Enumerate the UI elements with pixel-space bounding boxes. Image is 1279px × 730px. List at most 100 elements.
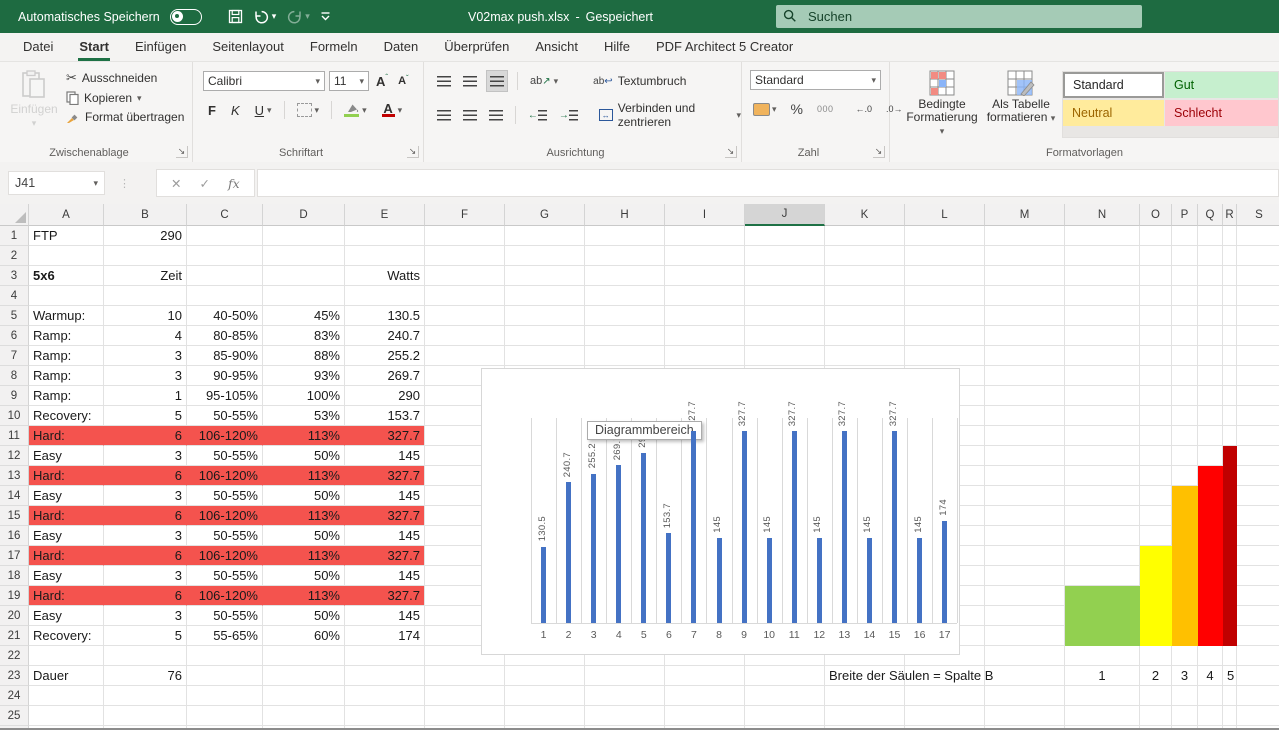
cell-B2[interactable] <box>104 246 187 266</box>
cell-A3[interactable]: 5x6 <box>29 266 104 286</box>
cell-D25[interactable] <box>263 706 345 726</box>
wrap-text-button[interactable]: ab↩ Textumbruch <box>593 74 686 88</box>
cell-D6[interactable]: 83% <box>263 326 345 346</box>
cell-Q25[interactable] <box>1198 706 1223 726</box>
cell-F3[interactable] <box>425 266 505 286</box>
row-header-10[interactable]: 10 <box>0 406 29 426</box>
cell-N7[interactable] <box>1065 346 1140 366</box>
cell-B11[interactable]: 6 <box>104 426 187 446</box>
cell-S13[interactable] <box>1237 466 1279 486</box>
decrease-indent-button[interactable]: ← <box>525 104 550 126</box>
power-bar-4[interactable] <box>1198 466 1223 646</box>
column-header-C[interactable]: C <box>187 204 263 226</box>
cell-E9[interactable]: 290 <box>345 386 425 406</box>
cell-E23[interactable] <box>345 666 425 686</box>
customize-qat-button[interactable] <box>320 11 331 22</box>
cell-N2[interactable] <box>1065 246 1140 266</box>
cell-B8[interactable]: 3 <box>104 366 187 386</box>
cell-R24[interactable] <box>1223 686 1237 706</box>
cell-N6[interactable] <box>1065 326 1140 346</box>
cell-R1[interactable] <box>1223 226 1237 246</box>
cell-D5[interactable]: 45% <box>263 306 345 326</box>
cell-C10[interactable]: 50-55% <box>187 406 263 426</box>
format-painter-button[interactable]: Format übertragen <box>66 110 184 124</box>
cell-E18[interactable]: 145 <box>345 566 425 586</box>
cell-Q6[interactable] <box>1198 326 1223 346</box>
name-box-dropdown[interactable]: ▾ <box>93 178 98 189</box>
cell-O24[interactable] <box>1140 686 1172 706</box>
column-header-S[interactable]: S <box>1237 204 1279 226</box>
column-header-E[interactable]: E <box>345 204 425 226</box>
cell-C11[interactable]: 106-120% <box>187 426 263 446</box>
chart-bar-16[interactable] <box>917 538 922 623</box>
cell-M2[interactable] <box>985 246 1065 266</box>
cell-N23[interactable]: 1 <box>1065 666 1140 686</box>
cell-M15[interactable] <box>985 506 1065 526</box>
cell-N1[interactable] <box>1065 226 1140 246</box>
cell-I25[interactable] <box>665 706 745 726</box>
chart-bar-5[interactable] <box>641 453 646 623</box>
column-header-L[interactable]: L <box>905 204 985 226</box>
cell-K5[interactable] <box>825 306 905 326</box>
cell-L5[interactable] <box>905 306 985 326</box>
cell-G6[interactable] <box>505 326 585 346</box>
cell-Q2[interactable] <box>1198 246 1223 266</box>
cell-R10[interactable] <box>1223 406 1237 426</box>
cell-E10[interactable]: 153.7 <box>345 406 425 426</box>
cell-E6[interactable]: 240.7 <box>345 326 425 346</box>
cell-M7[interactable] <box>985 346 1065 366</box>
cell-D17[interactable]: 113% <box>263 546 345 566</box>
style-neutral[interactable]: Neutral <box>1063 100 1164 126</box>
cell-R2[interactable] <box>1223 246 1237 266</box>
cell-A1[interactable]: FTP <box>29 226 104 246</box>
cell-S6[interactable] <box>1237 326 1279 346</box>
row-header-23[interactable]: 23 <box>0 666 29 686</box>
cell-B13[interactable]: 6 <box>104 466 187 486</box>
cell-S20[interactable] <box>1237 606 1279 626</box>
cell-B1[interactable]: 290 <box>104 226 187 246</box>
cell-D20[interactable]: 50% <box>263 606 345 626</box>
cell-K23[interactable]: Breite der Säulen = Spalte B <box>825 666 905 686</box>
cell-D23[interactable] <box>263 666 345 686</box>
cell-B20[interactable]: 3 <box>104 606 187 626</box>
chart-bar-7[interactable] <box>691 431 696 623</box>
cell-S12[interactable] <box>1237 446 1279 466</box>
orientation-button[interactable]: ab↗▾ <box>527 70 561 92</box>
cell-S1[interactable] <box>1237 226 1279 246</box>
cell-H6[interactable] <box>585 326 665 346</box>
cell-B5[interactable]: 10 <box>104 306 187 326</box>
tab-hilfe[interactable]: Hilfe <box>591 33 643 61</box>
cell-B15[interactable]: 6 <box>104 506 187 526</box>
cell-Q1[interactable] <box>1198 226 1223 246</box>
cell-O16[interactable] <box>1140 526 1172 546</box>
cell-A21[interactable]: Recovery: <box>29 626 104 646</box>
cell-E21[interactable]: 174 <box>345 626 425 646</box>
row-header-20[interactable]: 20 <box>0 606 29 626</box>
cell-S5[interactable] <box>1237 306 1279 326</box>
cell-E3[interactable]: Watts <box>345 266 425 286</box>
cell-D10[interactable]: 53% <box>263 406 345 426</box>
cell-H25[interactable] <box>585 706 665 726</box>
cell-A25[interactable] <box>29 706 104 726</box>
cell-N5[interactable] <box>1065 306 1140 326</box>
borders-button[interactable]: ▾ <box>294 99 323 121</box>
cell-D13[interactable]: 113% <box>263 466 345 486</box>
cell-E12[interactable]: 145 <box>345 446 425 466</box>
cell-E11[interactable]: 327.7 <box>345 426 425 446</box>
row-header-6[interactable]: 6 <box>0 326 29 346</box>
cell-E5[interactable]: 130.5 <box>345 306 425 326</box>
cell-C6[interactable]: 80-85% <box>187 326 263 346</box>
cell-A9[interactable]: Ramp: <box>29 386 104 406</box>
cell-N14[interactable] <box>1065 486 1140 506</box>
cell-A14[interactable]: Easy <box>29 486 104 506</box>
font-size-combo[interactable]: 11▾ <box>329 71 369 91</box>
merge-center-button[interactable]: ↔ Verbinden und zentrieren ▾ <box>599 101 741 129</box>
cell-F5[interactable] <box>425 306 505 326</box>
cell-M18[interactable] <box>985 566 1065 586</box>
cell-C1[interactable] <box>187 226 263 246</box>
cell-G25[interactable] <box>505 706 585 726</box>
cell-Q24[interactable] <box>1198 686 1223 706</box>
row-header-15[interactable]: 15 <box>0 506 29 526</box>
cell-C14[interactable]: 50-55% <box>187 486 263 506</box>
row-header-17[interactable]: 17 <box>0 546 29 566</box>
